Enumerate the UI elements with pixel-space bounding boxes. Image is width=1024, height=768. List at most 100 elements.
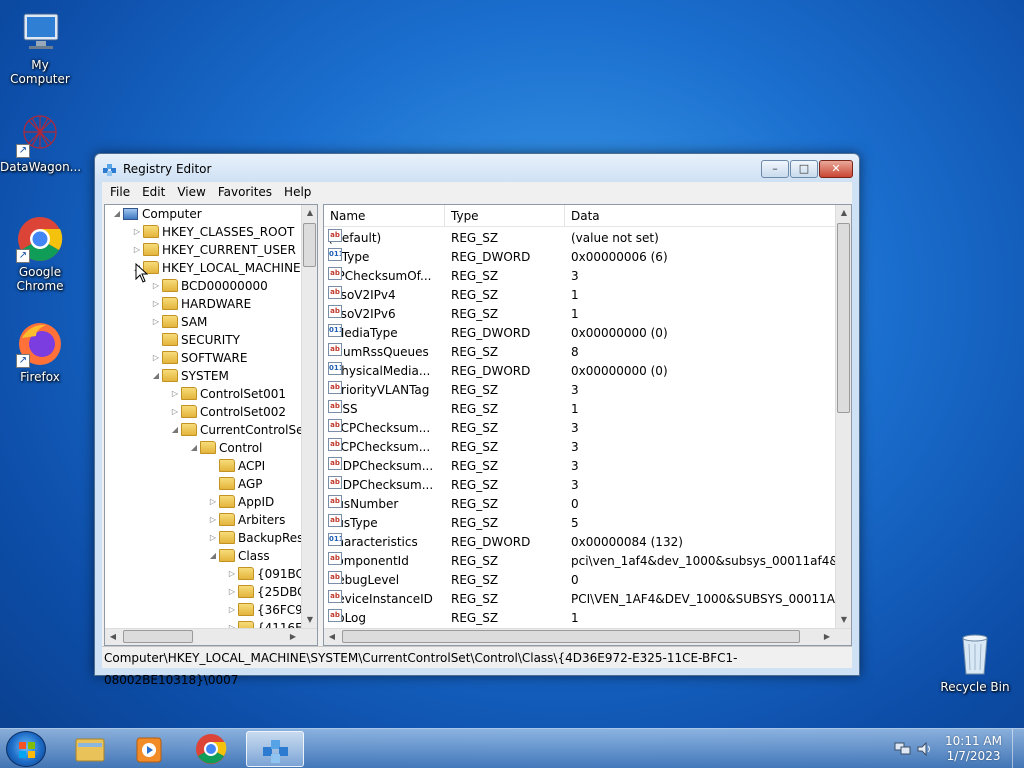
registry-value-row[interactable]: 011*PhysicalMedia... REG_DWORD 0x00000000 …: [324, 362, 837, 381]
tree-horizontal-scrollbar[interactable]: ◀ ▶: [105, 628, 317, 645]
registry-value-row[interactable]: 011*MediaType REG_DWORD 0x00000000 (0): [324, 324, 837, 343]
expander-icon[interactable]: ▷: [150, 349, 162, 367]
network-icon[interactable]: [894, 741, 912, 760]
tree-item-acpi[interactable]: ACPI: [207, 457, 265, 475]
scroll-up-arrow-icon[interactable]: ▲: [302, 205, 317, 221]
registry-value-row[interactable]: ab *LsoV2IPv4 REG_SZ 1: [324, 286, 837, 305]
tree-item-backupres[interactable]: ▷ BackupRes: [207, 529, 303, 547]
expander-icon[interactable]: ▷: [150, 313, 162, 331]
scroll-thumb[interactable]: [342, 630, 800, 643]
expander-icon[interactable]: ▷: [169, 385, 181, 403]
registry-value-row[interactable]: ab DebugLevel REG_SZ 0: [324, 571, 837, 590]
tree-item-hardware[interactable]: ▷ HARDWARE: [150, 295, 251, 313]
registry-value-row[interactable]: ab *UDPChecksum... REG_SZ 3: [324, 476, 837, 495]
expander-icon[interactable]: ▷: [226, 601, 238, 619]
desktop-icon-recycle-bin[interactable]: Recycle Bin: [935, 630, 1015, 694]
tree-item-sam[interactable]: ▷ SAM: [150, 313, 207, 331]
desktop-icon-firefox[interactable]: ↗ Firefox: [0, 320, 80, 384]
registry-value-row[interactable]: ab (Default) REG_SZ (value not set): [324, 229, 837, 248]
close-button[interactable]: ✕: [819, 160, 853, 178]
expander-icon[interactable]: ◢: [150, 367, 162, 385]
registry-value-row[interactable]: ab *PriorityVLANTag REG_SZ 3: [324, 381, 837, 400]
expander-icon[interactable]: ▷: [226, 565, 238, 583]
scroll-right-arrow-icon[interactable]: ▶: [285, 629, 301, 645]
tree-item-hkey-local-machine[interactable]: ◢HKEY_LOCAL_MACHINE: [131, 259, 301, 277]
expander-icon[interactable]: ▷: [207, 529, 219, 547]
tree-item-security[interactable]: SECURITY: [150, 331, 240, 349]
show-desktop-button[interactable]: [1012, 729, 1024, 768]
expander-icon[interactable]: ▷: [150, 277, 162, 295]
scroll-up-arrow-icon[interactable]: ▲: [836, 205, 851, 221]
tree-item-class-guid[interactable]: ▷ {25DBC: [226, 583, 306, 601]
registry-value-row[interactable]: ab DoLog REG_SZ 1: [324, 609, 837, 628]
tree-item-computer[interactable]: ◢ Computer: [111, 205, 202, 223]
scroll-thumb[interactable]: [303, 223, 316, 267]
tree-item-appid[interactable]: ▷ AppID: [207, 493, 274, 511]
tree-item-agp[interactable]: AGP: [207, 475, 263, 493]
tree-item-software[interactable]: ▷ SOFTWARE: [150, 349, 247, 367]
taskbar-explorer-button[interactable]: [60, 731, 118, 767]
desktop-icon-datawagon[interactable]: ↗ DataWagon...: [0, 110, 81, 174]
expander-icon[interactable]: ▷: [169, 403, 181, 421]
scroll-down-arrow-icon[interactable]: ▼: [302, 612, 317, 628]
menu-favorites[interactable]: Favorites: [212, 185, 278, 199]
tree-item-arbiters[interactable]: ▷ Arbiters: [207, 511, 285, 529]
start-button[interactable]: [6, 731, 46, 767]
expander-icon[interactable]: ▷: [207, 493, 219, 511]
scroll-thumb[interactable]: [123, 630, 193, 643]
scroll-thumb[interactable]: [837, 223, 850, 413]
registry-value-row[interactable]: 011*IfType REG_DWORD 0x00000006 (6): [324, 248, 837, 267]
expander-icon[interactable]: ▷: [150, 295, 162, 313]
scroll-left-arrow-icon[interactable]: ◀: [324, 629, 340, 645]
column-header-name[interactable]: Name: [324, 205, 445, 227]
menu-help[interactable]: Help: [278, 185, 317, 199]
registry-value-row[interactable]: ab ComponentId REG_SZ pci\ven_1af4&dev_1000…: [324, 552, 837, 571]
registry-value-row[interactable]: ab *UDPChecksum... REG_SZ 3: [324, 457, 837, 476]
registry-value-row[interactable]: ab BusNumber REG_SZ 0: [324, 495, 837, 514]
menu-file[interactable]: File: [104, 185, 136, 199]
expander-icon[interactable]: ◢: [169, 421, 181, 439]
registry-value-row[interactable]: 011Characteristics REG_DWORD 0x00000084 (1…: [324, 533, 837, 552]
desktop-icon-chrome[interactable]: ↗ Google Chrome: [0, 215, 80, 293]
registry-value-row[interactable]: ab *RSS REG_SZ 1: [324, 400, 837, 419]
tree-vertical-scrollbar[interactable]: ▲ ▼: [301, 205, 317, 628]
menu-edit[interactable]: Edit: [136, 185, 171, 199]
tree-item-control[interactable]: ◢ Control: [188, 439, 262, 457]
registry-value-row[interactable]: ab *LsoV2IPv6 REG_SZ 1: [324, 305, 837, 324]
tree-item-bcd[interactable]: ▷ BCD00000000: [150, 277, 268, 295]
registry-value-row[interactable]: ab *TCPChecksum... REG_SZ 3: [324, 438, 837, 457]
tree-item-system[interactable]: ◢ SYSTEM: [150, 367, 229, 385]
maximize-button[interactable]: □: [790, 160, 818, 178]
registry-value-row[interactable]: ab *IPChecksumOf... REG_SZ 3: [324, 267, 837, 286]
registry-value-row[interactable]: ab BusType REG_SZ 5: [324, 514, 837, 533]
column-header-data[interactable]: Data: [565, 205, 837, 227]
expander-icon[interactable]: ▷: [131, 241, 143, 259]
registry-value-row[interactable]: ab *TCPChecksum... REG_SZ 3: [324, 419, 837, 438]
expander-icon[interactable]: ◢: [111, 205, 123, 223]
taskbar-regedit-button[interactable]: [246, 731, 304, 767]
scroll-down-arrow-icon[interactable]: ▼: [836, 612, 851, 628]
scroll-right-arrow-icon[interactable]: ▶: [819, 629, 835, 645]
tree-item-class[interactable]: ◢ Class: [207, 547, 270, 565]
tree-item-class-guid[interactable]: ▷ {091BC5: [226, 565, 312, 583]
tree-item-hkey-current-user[interactable]: ▷ HKEY_CURRENT_USER: [131, 241, 296, 259]
registry-value-row[interactable]: ab *NumRssQueues REG_SZ 8: [324, 343, 837, 362]
tree-item-currentcontrolset[interactable]: ◢ CurrentControlSet: [169, 421, 308, 439]
expander-icon[interactable]: ▷: [131, 223, 143, 241]
tree-item-hkey-classes-root[interactable]: ▷ HKEY_CLASSES_ROOT: [131, 223, 294, 241]
clock[interactable]: 10:11 AM 1/7/2023: [945, 734, 1002, 764]
volume-icon[interactable]: [916, 741, 934, 760]
column-header-type[interactable]: Type: [445, 205, 565, 227]
expander-icon[interactable]: ◢: [188, 439, 200, 457]
tree-item-controlset001[interactable]: ▷ ControlSet001: [169, 385, 286, 403]
taskbar-media-player-button[interactable]: [120, 731, 178, 767]
desktop-icon-my-computer[interactable]: My Computer: [0, 8, 80, 86]
menu-view[interactable]: View: [171, 185, 211, 199]
tree-item-class-guid[interactable]: ▷ {36FC9I: [226, 601, 306, 619]
list-horizontal-scrollbar[interactable]: ◀ ▶: [324, 628, 851, 645]
title-bar[interactable]: Registry Editor – □ ✕: [95, 154, 859, 182]
expander-icon[interactable]: ▷: [226, 583, 238, 601]
minimize-button[interactable]: –: [761, 160, 789, 178]
list-vertical-scrollbar[interactable]: ▲ ▼: [835, 205, 851, 628]
registry-value-row[interactable]: ab DeviceInstanceID REG_SZ PCI\VEN_1AF4&DEV…: [324, 590, 837, 609]
